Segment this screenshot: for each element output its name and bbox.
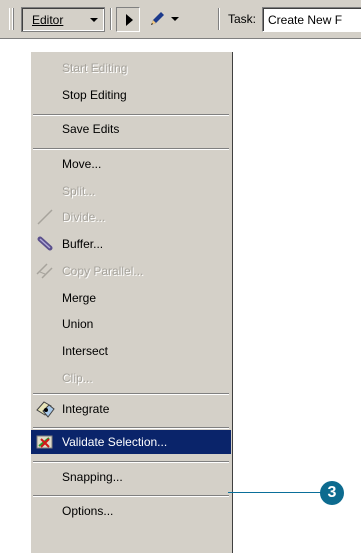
- editor-menu-button[interactable]: Editor: [21, 7, 105, 32]
- callout-number-badge: 3: [320, 481, 344, 505]
- menu-item-label: Start Editing: [62, 61, 128, 75]
- divide-icon: [37, 209, 53, 225]
- editor-dropdown-menu: Start Editing Stop Editing Save Edits Mo…: [30, 52, 233, 553]
- editor-toolbar: Editor Task: Create New F: [0, 0, 361, 39]
- menu-item-label: Merge: [62, 291, 97, 305]
- menu-item-label: Integrate: [62, 402, 110, 416]
- menu-item-validate-selection[interactable]: Validate Selection...: [31, 430, 231, 454]
- menu-item-label: Union: [62, 317, 94, 331]
- menu-item-label: Options...: [62, 504, 114, 518]
- menu-item-copy-parallel[interactable]: Copy Parallel...: [31, 259, 231, 283]
- pencil-icon: [151, 12, 164, 25]
- copy-parallel-icon: [36, 263, 53, 279]
- toolbar-separator: [218, 8, 220, 30]
- menu-separator: [33, 427, 229, 429]
- menu-separator: [33, 461, 229, 463]
- menu-separator: [33, 495, 229, 497]
- menu-item-intersect[interactable]: Intersect: [31, 339, 231, 363]
- task-label: Task:: [228, 12, 257, 26]
- menu-item-label: Stop Editing: [62, 88, 127, 102]
- sketch-tool-button[interactable]: [144, 7, 181, 32]
- chevron-down-icon: [90, 18, 98, 22]
- menu-item-label: Clip...: [62, 371, 93, 385]
- edit-tool-button[interactable]: [116, 7, 140, 32]
- menu-item-save-edits[interactable]: Save Edits: [31, 117, 231, 141]
- menu-item-divide[interactable]: Divide...: [31, 205, 231, 229]
- menu-item-label: Save Edits: [62, 122, 120, 136]
- task-dropdown[interactable]: Create New F: [262, 7, 361, 32]
- menu-item-union[interactable]: Union: [31, 312, 231, 336]
- buffer-icon: [37, 236, 53, 251]
- toolbar-separator: [110, 8, 112, 30]
- menu-item-label: Buffer...: [62, 237, 104, 251]
- menu-separator: [33, 148, 229, 150]
- menu-item-options[interactable]: Options...: [31, 499, 231, 523]
- menu-item-stop-editing[interactable]: Stop Editing: [31, 83, 231, 107]
- menu-item-split[interactable]: Split...: [31, 179, 231, 203]
- menu-item-merge[interactable]: Merge: [31, 286, 231, 310]
- menu-item-buffer[interactable]: Buffer...: [31, 232, 231, 256]
- menu-item-label: Validate Selection...: [62, 435, 168, 449]
- callout-leader-line: [228, 492, 324, 493]
- menu-separator: [33, 114, 229, 116]
- menu-item-label: Snapping...: [62, 470, 123, 484]
- editor-menu-label: Editor: [32, 13, 64, 27]
- menu-item-move[interactable]: Move...: [31, 152, 231, 176]
- toolbar-grip[interactable]: [9, 8, 14, 30]
- menu-item-label: Divide...: [62, 210, 106, 224]
- menu-separator: [33, 393, 229, 395]
- menu-item-label: Split...: [62, 184, 96, 198]
- integrate-icon: [36, 401, 55, 418]
- validate-selection-icon: [36, 435, 53, 449]
- menu-item-label: Move...: [62, 157, 102, 171]
- chevron-down-icon[interactable]: [171, 17, 179, 21]
- menu-item-label: Copy Parallel...: [62, 264, 144, 278]
- menu-item-clip[interactable]: Clip...: [31, 366, 231, 390]
- menu-item-start-editing[interactable]: Start Editing: [31, 56, 231, 80]
- menu-item-snapping[interactable]: Snapping...: [31, 465, 231, 489]
- pointer-arrow-icon: [126, 14, 133, 26]
- menu-item-integrate[interactable]: Integrate: [31, 397, 231, 421]
- menu-item-label: Intersect: [62, 344, 109, 358]
